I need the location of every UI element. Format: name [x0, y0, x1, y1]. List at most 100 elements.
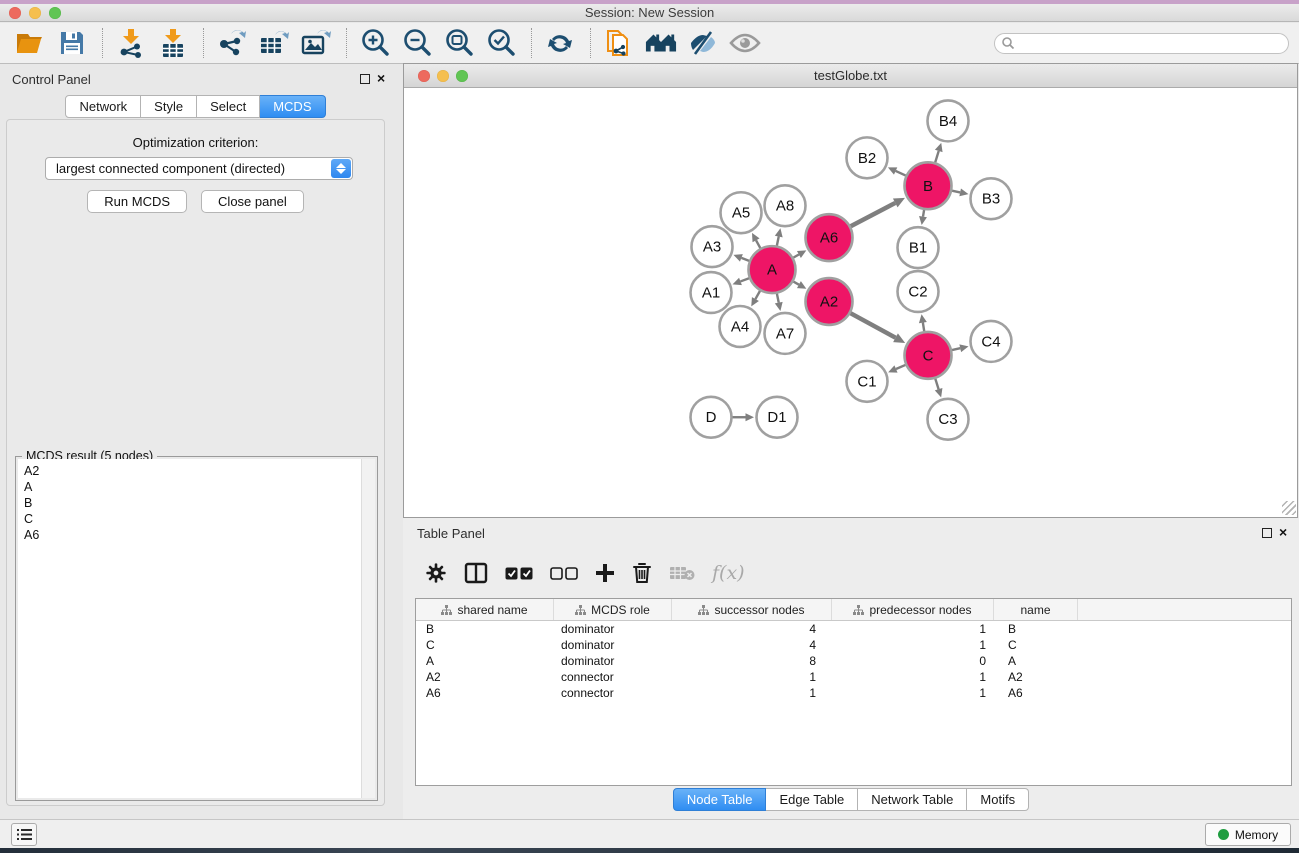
table-cell[interactable]: C [994, 637, 1078, 653]
table-row[interactable]: Adominator80A [416, 653, 1291, 669]
zoom-fit-icon[interactable] [443, 27, 475, 59]
table-cell[interactable]: dominator [554, 637, 672, 653]
graph-edge-B-B4[interactable] [935, 151, 939, 162]
graph-node-A[interactable]: A [749, 246, 796, 293]
mcds-result-item[interactable]: A [24, 479, 361, 495]
table-cell[interactable]: 1 [672, 669, 832, 685]
import-table-icon[interactable] [157, 27, 189, 59]
graph-edge-C-C3[interactable] [935, 379, 938, 390]
graph-node-A2[interactable]: A2 [806, 278, 853, 325]
save-session-icon[interactable] [56, 27, 88, 59]
delete-columns-trash-icon[interactable] [632, 562, 652, 584]
zoom-out-icon[interactable] [401, 27, 433, 59]
zoom-selected-icon[interactable] [485, 27, 517, 59]
main-titlebar[interactable]: Session: New Session [0, 4, 1299, 22]
function-builder-icon[interactable]: f(x) [712, 562, 745, 584]
graph-node-A8[interactable]: A8 [765, 185, 806, 226]
network-view-window[interactable]: testGlobe.txt AA6A2BCA1A3A4A5A7A8B1B2B3B… [403, 63, 1298, 518]
graph-node-A5[interactable]: A5 [721, 192, 762, 233]
table-cell[interactable]: A [994, 653, 1078, 669]
graph-node-A6[interactable]: A6 [806, 214, 853, 261]
table-cell[interactable]: 1 [832, 669, 994, 685]
graph-edge-A2-C[interactable] [851, 313, 896, 337]
graph-edge-A-A8[interactable] [777, 237, 779, 246]
graph-node-B[interactable]: B [905, 162, 952, 209]
graph-edge-B-B2[interactable] [896, 171, 906, 176]
create-column-icon[interactable] [595, 563, 615, 583]
graph-node-D[interactable]: D [691, 397, 732, 438]
import-network-icon[interactable] [115, 27, 147, 59]
graph-edge-A-A5[interactable] [756, 240, 760, 248]
column-header-successor-nodes[interactable]: successor nodes [672, 599, 832, 620]
table-cell[interactable]: C [416, 637, 554, 653]
unselect-all-columns-icon[interactable] [550, 567, 578, 580]
tab-edge-table[interactable]: Edge Table [766, 788, 858, 811]
graph-edge-C-C4[interactable] [952, 348, 960, 350]
graph-node-D1[interactable]: D1 [757, 397, 798, 438]
table-cell[interactable]: 1 [832, 637, 994, 653]
column-header-name[interactable]: name [994, 599, 1078, 620]
graph-edge-A-A1[interactable] [740, 278, 749, 281]
network-canvas[interactable]: AA6A2BCA1A3A4A5A7A8B1B2B3B4C1C2C3C4DD1 [404, 88, 1297, 516]
graph-node-A7[interactable]: A7 [765, 313, 806, 354]
export-network-icon[interactable] [216, 27, 248, 59]
delete-table-icon[interactable] [669, 565, 695, 581]
close-panel-button[interactable]: Close panel [201, 190, 304, 213]
show-all-icon[interactable] [729, 27, 761, 59]
graph-node-A3[interactable]: A3 [692, 226, 733, 267]
table-cell[interactable]: dominator [554, 653, 672, 669]
open-session-icon[interactable] [14, 27, 46, 59]
graph-node-C4[interactable]: C4 [971, 321, 1012, 362]
apply-layout-icon[interactable] [544, 27, 576, 59]
table-cell[interactable]: A2 [994, 669, 1078, 685]
tab-select[interactable]: Select [197, 95, 260, 118]
network-graph[interactable]: AA6A2BCA1A3A4A5A7A8B1B2B3B4C1C2C3C4DD1 [404, 88, 1297, 516]
graph-node-B3[interactable]: B3 [971, 178, 1012, 219]
graph-edge-A-A4[interactable] [755, 291, 760, 299]
graph-edge-A-A2[interactable] [793, 282, 799, 285]
table-cell[interactable]: 1 [832, 621, 994, 637]
export-image-icon[interactable] [300, 27, 332, 59]
memory-button[interactable]: Memory [1205, 823, 1291, 846]
graph-node-B4[interactable]: B4 [928, 100, 969, 141]
network-window-titlebar[interactable]: testGlobe.txt [404, 64, 1297, 88]
column-header-MCDS-role[interactable]: MCDS role [554, 599, 672, 620]
select-all-columns-icon[interactable] [505, 567, 533, 580]
graph-node-A4[interactable]: A4 [720, 306, 761, 347]
optimization-criterion-dropdown[interactable]: largest connected component (directed) [45, 157, 353, 180]
float-table-panel-icon[interactable] [1262, 528, 1272, 538]
show-columns-icon[interactable] [464, 562, 488, 584]
graph-node-B2[interactable]: B2 [847, 137, 888, 178]
tab-network-table[interactable]: Network Table [858, 788, 967, 811]
column-header-shared-name[interactable]: shared name [416, 599, 554, 620]
mcds-result-item[interactable]: B [24, 495, 361, 511]
graph-node-C3[interactable]: C3 [928, 399, 969, 440]
graph-edge-B-B3[interactable] [952, 191, 960, 193]
graph-edge-A-A6[interactable] [793, 254, 799, 257]
tab-network[interactable]: Network [65, 95, 141, 118]
hide-selected-icon[interactable] [687, 27, 719, 59]
new-network-from-selection-icon[interactable] [603, 27, 635, 59]
table-cell[interactable]: B [994, 621, 1078, 637]
table-row[interactable]: Bdominator41B [416, 621, 1291, 637]
table-cell[interactable]: A2 [416, 669, 554, 685]
table-cell[interactable]: connector [554, 685, 672, 701]
run-mcds-button[interactable]: Run MCDS [87, 190, 187, 213]
search-input[interactable] [994, 33, 1289, 54]
mcds-result-item[interactable]: A2 [24, 463, 361, 479]
column-header-predecessor-nodes[interactable]: predecessor nodes [832, 599, 994, 620]
graph-edge-A-A7[interactable] [777, 294, 779, 303]
graph-node-C[interactable]: C [905, 332, 952, 379]
table-cell[interactable]: B [416, 621, 554, 637]
table-cell[interactable]: A6 [416, 685, 554, 701]
graph-edge-C-C1[interactable] [896, 365, 905, 369]
task-history-button[interactable] [11, 823, 37, 846]
tab-motifs[interactable]: Motifs [967, 788, 1029, 811]
table-cell[interactable]: 1 [672, 685, 832, 701]
table-row[interactable]: A2connector11A2 [416, 669, 1291, 685]
graph-edge-A-A3[interactable] [741, 258, 749, 261]
tab-style[interactable]: Style [141, 95, 197, 118]
table-cell[interactable]: connector [554, 669, 672, 685]
table-row[interactable]: Cdominator41C [416, 637, 1291, 653]
table-options-gear-icon[interactable] [425, 562, 447, 584]
